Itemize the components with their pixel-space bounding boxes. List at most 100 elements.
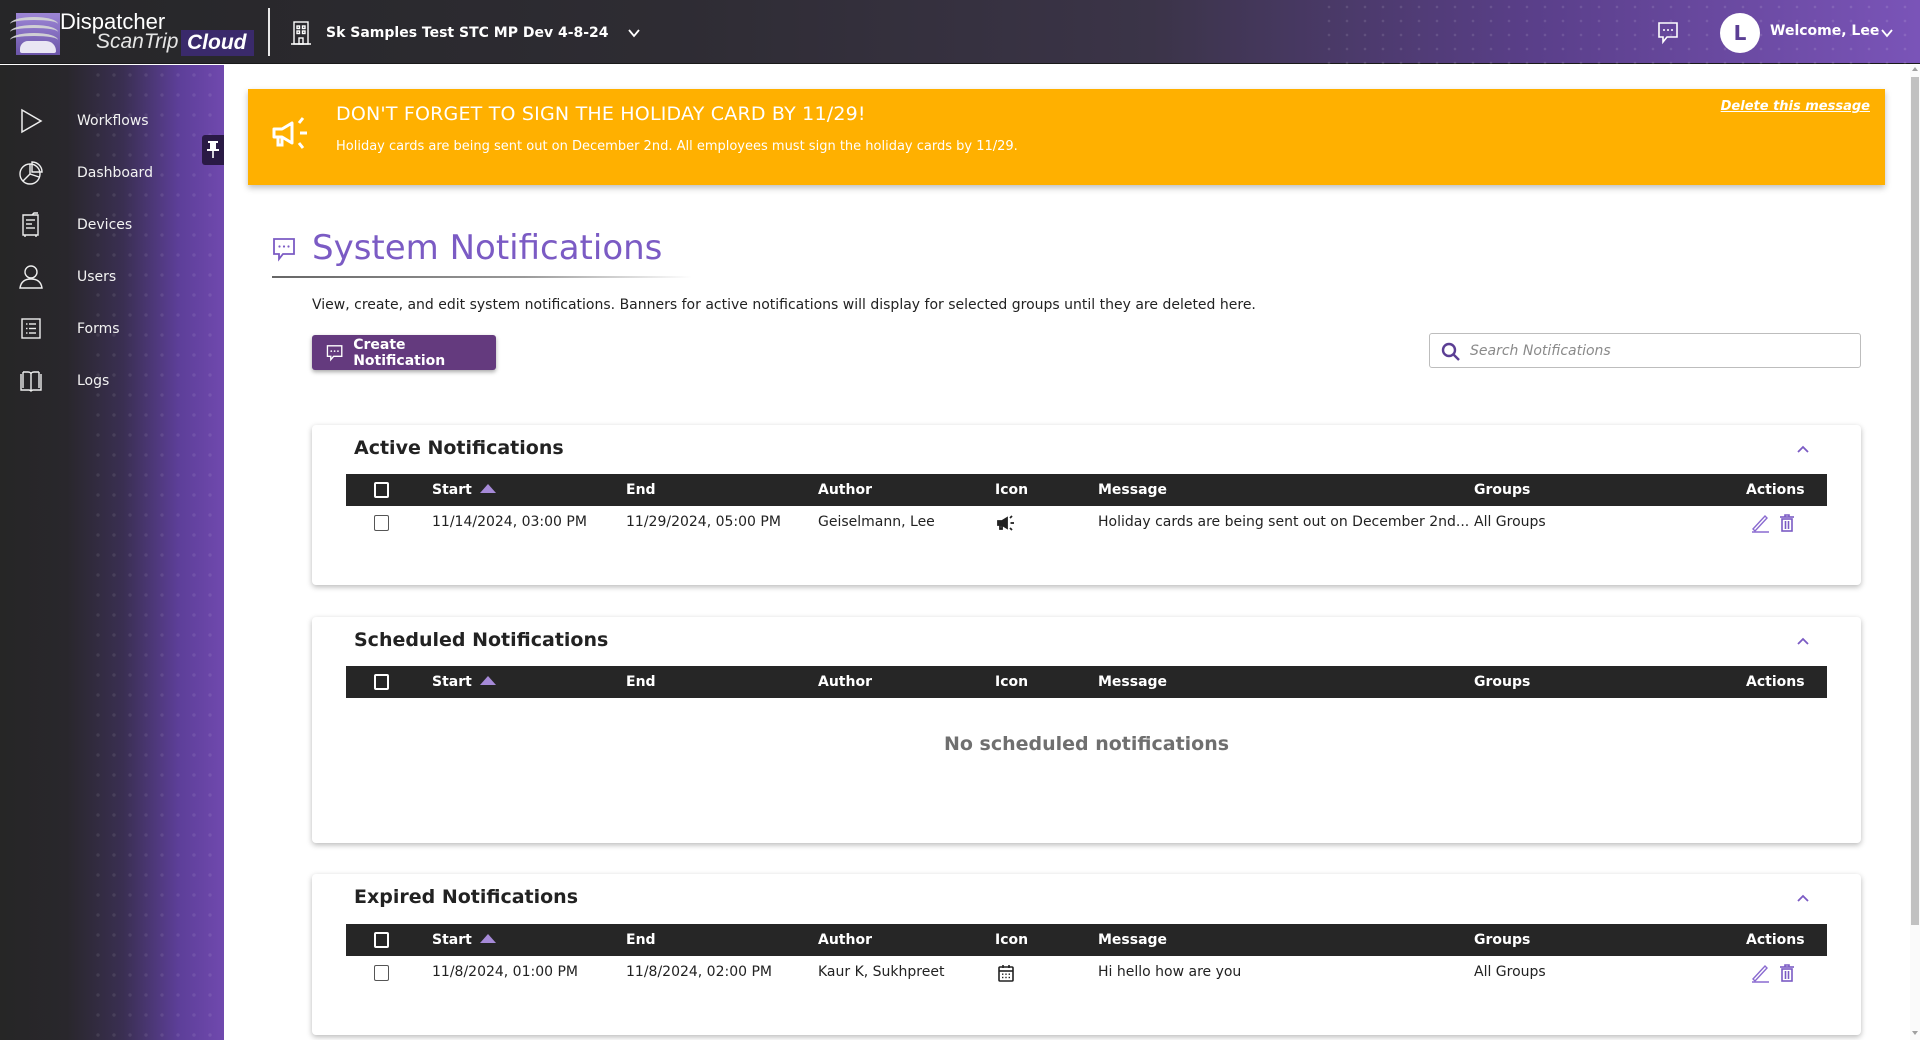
row-checkbox[interactable] [374, 515, 389, 531]
sidebar-item-forms[interactable]: Forms [0, 307, 224, 351]
search-icon [1441, 342, 1460, 361]
column-start[interactable]: Start [432, 666, 496, 698]
page-title: System Notifications [312, 228, 663, 268]
logo-subtitle: ScanTrip [96, 30, 179, 53]
chevron-down-icon [627, 29, 640, 38]
scroll-down-arrow-icon[interactable] [1912, 1031, 1918, 1035]
delete-banner-link[interactable]: Delete this message [1721, 99, 1870, 114]
column-icon: Icon [995, 482, 1029, 498]
page-scrollbar[interactable] [1910, 65, 1920, 1040]
cell-groups: All Groups [1474, 514, 1546, 530]
welcome-user-menu[interactable]: Welcome, Lee [1770, 23, 1879, 39]
banner-text: Holiday cards are being sent out on Dece… [336, 139, 1018, 154]
column-message: Message [1098, 674, 1168, 690]
edit-icon[interactable] [1750, 963, 1770, 983]
sidebar-item-users[interactable]: Users [0, 255, 224, 299]
scroll-up-arrow-icon[interactable] [1912, 67, 1918, 71]
column-author: Author [818, 674, 872, 690]
column-label: Start [432, 932, 472, 948]
top-header: Dispatcher ScanTrip Cloud Sk Samples Tes… [0, 0, 1920, 64]
column-message: Message [1098, 932, 1168, 948]
sidebar-item-workflows[interactable]: Workflows [0, 99, 224, 143]
sidebar-item-logs[interactable]: Logs [0, 359, 224, 403]
trash-icon[interactable] [1777, 963, 1797, 983]
sidebar-item-label: Users [77, 269, 117, 285]
sidebar: Workflows Dashboard Devices Users Forms … [0, 65, 224, 1040]
empty-state-text: No scheduled notifications [943, 733, 1230, 755]
column-groups: Groups [1474, 482, 1531, 498]
chevron-up-icon[interactable] [1795, 441, 1811, 457]
column-author: Author [818, 482, 872, 498]
title-divider [272, 276, 692, 278]
cell-author: Geiselmann, Lee [818, 514, 935, 530]
play-icon [21, 108, 43, 134]
pie-chart-icon [19, 161, 43, 185]
section-title: Scheduled Notifications [354, 629, 609, 651]
sort-ascending-icon[interactable] [479, 484, 496, 493]
chevron-up-icon[interactable] [1795, 890, 1811, 906]
edit-icon[interactable] [1750, 513, 1770, 533]
book-icon [20, 371, 42, 392]
sidebar-item-dashboard[interactable]: Dashboard [0, 151, 224, 195]
chevron-up-icon[interactable] [1795, 633, 1811, 649]
building-icon [291, 21, 311, 45]
message-icon [273, 238, 295, 262]
column-author: Author [818, 932, 872, 948]
column-label: Start [432, 674, 472, 690]
calendar-icon [998, 965, 1014, 982]
scrollbar-thumb[interactable] [1911, 77, 1919, 925]
sort-ascending-icon[interactable] [479, 934, 496, 943]
select-all-checkbox[interactable] [374, 674, 389, 690]
column-start[interactable]: Start [432, 474, 496, 506]
search-notifications-input[interactable] [1470, 334, 1850, 367]
section-title: Expired Notifications [354, 886, 579, 908]
select-all-checkbox[interactable] [374, 482, 389, 498]
cell-author: Kaur K, Sukhpreet [818, 964, 945, 980]
section-title: Active Notifications [354, 437, 564, 459]
page-header: System Notifications [272, 228, 692, 278]
user-icon [19, 265, 43, 289]
user-avatar[interactable]: L [1720, 13, 1760, 53]
organization-name: Sk Samples Test STC MP Dev 4-8-24 [326, 25, 609, 41]
column-end: End [626, 674, 656, 690]
megaphone-icon [997, 515, 1014, 531]
column-actions: Actions [1746, 932, 1805, 948]
cell-start: 11/14/2024, 03:00 PM [432, 514, 587, 530]
column-icon: Icon [995, 932, 1029, 948]
search-box[interactable] [1429, 333, 1861, 368]
create-notification-button[interactable]: Create Notification [312, 335, 496, 370]
cell-end: 11/29/2024, 05:00 PM [626, 514, 781, 530]
chevron-down-icon[interactable] [1880, 26, 1894, 40]
message-icon[interactable] [1657, 21, 1679, 45]
page-description: View, create, and edit system notificati… [312, 297, 1256, 313]
scheduled-notifications-card: Scheduled Notifications Start End Author… [312, 617, 1861, 843]
sort-ascending-icon[interactable] [479, 676, 496, 685]
printer-icon [22, 212, 39, 237]
sidebar-item-label: Dashboard [77, 165, 153, 181]
select-all-checkbox[interactable] [374, 932, 389, 948]
app-logo[interactable]: Dispatcher ScanTrip Cloud [8, 8, 258, 56]
row-checkbox[interactable] [374, 965, 389, 981]
create-notification-label: Create Notification [353, 336, 446, 369]
banner-title: DON'T FORGET TO SIGN THE HOLIDAY CARD BY… [336, 103, 866, 125]
column-actions: Actions [1746, 674, 1805, 690]
cell-message: Hi hello how are you [1098, 964, 1242, 980]
column-start[interactable]: Start [432, 924, 496, 956]
cell-start: 11/8/2024, 01:00 PM [432, 964, 579, 980]
column-actions: Actions [1746, 482, 1805, 498]
sidebar-item-label: Forms [77, 321, 120, 337]
column-end: End [626, 932, 656, 948]
organization-selector[interactable]: Sk Samples Test STC MP Dev 4-8-24 [290, 18, 641, 48]
column-end: End [626, 482, 656, 498]
notification-banner: DON'T FORGET TO SIGN THE HOLIDAY CARD BY… [248, 89, 1885, 185]
column-message: Message [1098, 482, 1168, 498]
trash-icon[interactable] [1777, 513, 1797, 533]
sidebar-item-devices[interactable]: Devices [0, 203, 224, 247]
cell-groups: All Groups [1474, 964, 1546, 980]
expired-notifications-card: Expired Notifications Start End Author I… [312, 874, 1861, 1035]
column-icon: Icon [995, 674, 1029, 690]
active-notifications-card: Active Notifications Start End Author Ic… [312, 425, 1861, 585]
cell-end: 11/8/2024, 02:00 PM [626, 964, 773, 980]
table-row: 11/14/2024, 03:00 PM 11/29/2024, 05:00 P… [346, 506, 1827, 540]
sidebar-item-label: Workflows [77, 113, 149, 129]
